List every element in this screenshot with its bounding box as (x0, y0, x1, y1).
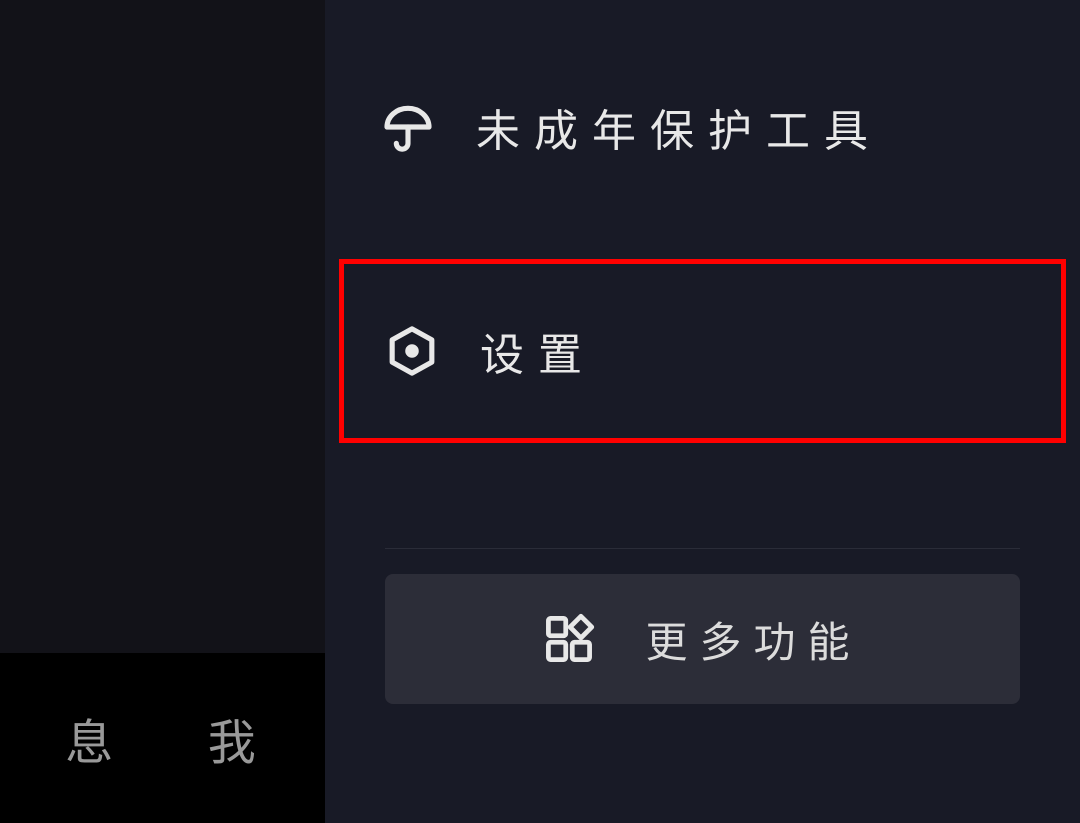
bottom-nav: 息 我 (0, 653, 325, 823)
more-functions-button[interactable]: 更多功能 (385, 574, 1020, 704)
settings-icon (384, 323, 440, 379)
main-panel: 未成年保护工具 设置 更多功能 (325, 0, 1080, 823)
divider (385, 548, 1020, 549)
menu-minor-protection-label: 未成年保护工具 (476, 95, 882, 159)
menu-settings-label: 设置 (480, 319, 596, 383)
more-functions-label: 更多功能 (645, 609, 861, 670)
umbrella-icon (380, 99, 436, 155)
nav-me[interactable]: 我 (208, 703, 260, 773)
grid-icon (543, 613, 595, 665)
menu-settings[interactable]: 设置 (339, 259, 1066, 443)
sidebar: 息 我 (0, 0, 325, 823)
nav-messages[interactable]: 息 (65, 703, 117, 773)
menu-minor-protection[interactable]: 未成年保护工具 (325, 55, 1080, 199)
